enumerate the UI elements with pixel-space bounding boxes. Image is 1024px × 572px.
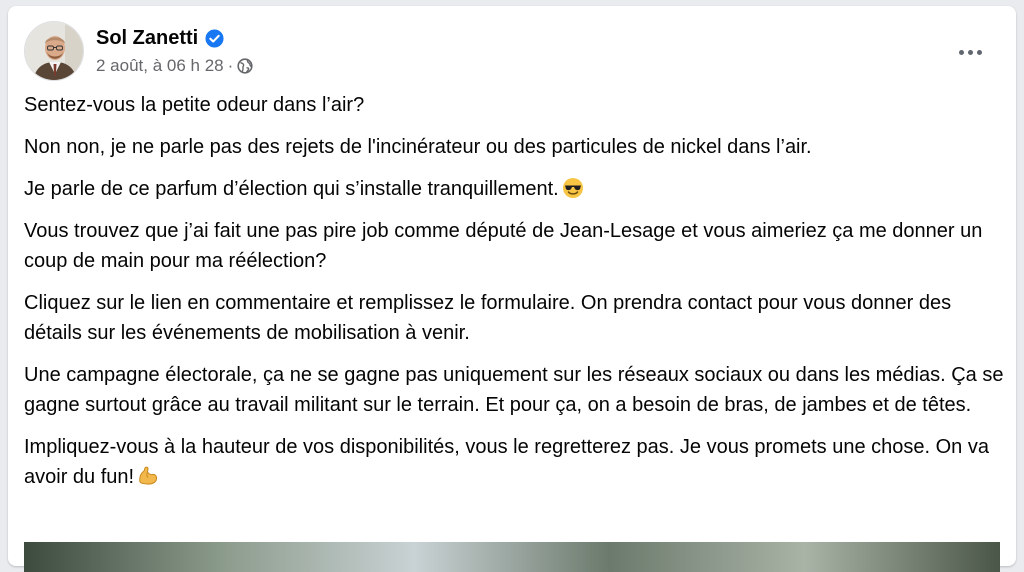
meta-separator: · [227, 56, 234, 75]
post-paragraph-7: Impliquez-vous à la hauteur de vos dispo… [24, 432, 1004, 492]
author-avatar[interactable] [24, 21, 84, 81]
post-paragraph-3: Je parle de ce parfum d’élection qui s’i… [24, 174, 1004, 204]
post-paragraph-2: Non non, je ne parle pas des rejets de l… [24, 136, 812, 158]
more-options-icon[interactable] [952, 37, 988, 67]
post-timestamp[interactable]: 2 août, à 06 h 28 [96, 56, 224, 76]
flexed-biceps-icon [137, 465, 159, 487]
post-card: Sol Zanetti 2 août, à 06 h 28 · Sentez-v… [8, 6, 1016, 572]
post-body: Sentez-vous la petite odeur dans l’air? … [24, 90, 1004, 504]
post-paragraph-5: Cliquez sur le lien en commentaire et re… [24, 292, 952, 344]
smiling-face-with-sunglasses-icon [562, 177, 584, 199]
post-meta: 2 août, à 06 h 28 · [96, 55, 253, 77]
post-paragraph-6: Une campagne électorale, ça ne se gagne … [24, 364, 1004, 416]
post-paragraph-7-text: Impliquez-vous à la hauteur de vos dispo… [24, 436, 989, 488]
globe-icon[interactable] [237, 58, 253, 74]
author-name[interactable]: Sol Zanetti [96, 27, 198, 50]
author-name-row: Sol Zanetti [96, 25, 224, 51]
post-paragraph-3-text: Je parle de ce parfum d’élection qui s’i… [24, 178, 559, 200]
avatar-image [25, 22, 83, 80]
verified-badge-icon [205, 28, 224, 48]
post-paragraph-4: Vous trouvez que j’ai fait une pas pire … [24, 220, 983, 272]
post-photo[interactable] [24, 542, 1000, 572]
post-header: Sol Zanetti 2 août, à 06 h 28 · [24, 21, 1000, 81]
post-paragraph-1: Sentez-vous la petite odeur dans l’air? [24, 94, 365, 116]
